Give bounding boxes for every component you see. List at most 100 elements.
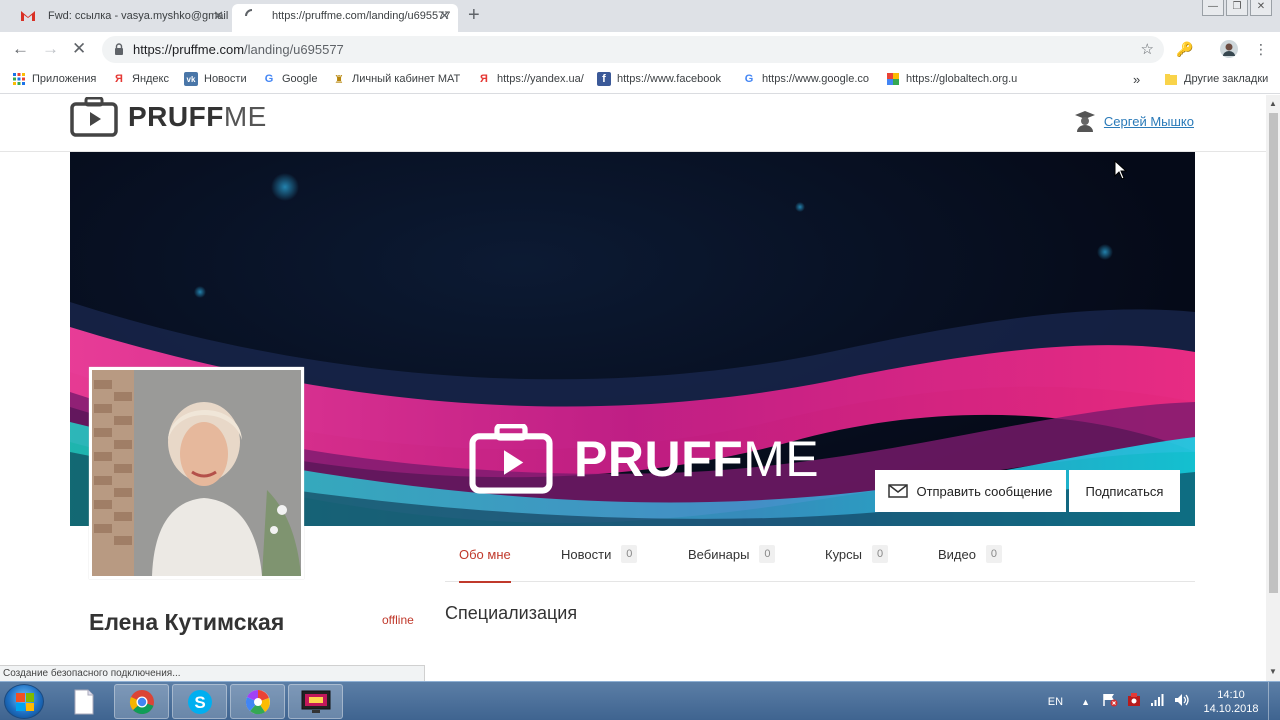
window-controls: — ❐ ✕ [1202,0,1272,16]
bookmark-yandex-ua[interactable]: Я https://yandex.ua/ [477,72,584,86]
system-clock[interactable]: 14:10 14.10.2018 [1200,688,1262,716]
browser-tab-pruffme[interactable]: https://pruffme.com/landing/u695577 ✕ [232,4,458,32]
language-indicator[interactable]: EN [1048,696,1063,708]
bookmark-google-co[interactable]: G https://www.google.co [742,72,869,86]
mouse-cursor-icon [1114,160,1128,180]
tab-video[interactable]: Видео 0 [938,526,1002,582]
tab-webinars[interactable]: Вебинары 0 [688,526,776,582]
taskbar-picasa[interactable] [230,684,285,719]
bookmark-apps[interactable]: Приложения [12,72,96,86]
tab-courses[interactable]: Курсы 0 [825,526,889,582]
online-status: offline [382,613,414,627]
bookmark-news[interactable]: vk Новости [184,72,247,86]
user-menu[interactable]: Сергей Мышко [1074,109,1194,133]
new-tab-button[interactable]: + [468,5,480,25]
globaltech-icon [886,72,900,86]
windows-taskbar: S EN ▲ 14:10 14.10.2018 [0,681,1280,720]
skype-icon: S [187,689,212,714]
bookmarks-bar: Приложения Я Яндекс vk Новости G Google … [0,67,1280,94]
send-message-button[interactable]: Отправить сообщение [875,470,1066,512]
count-badge: 0 [872,545,889,563]
folder-icon [1164,72,1178,86]
start-button[interactable] [4,684,44,719]
bookmark-facebook[interactable]: f https://www.facebook [597,72,721,86]
menu-kebab-icon[interactable]: ⋮ [1254,40,1268,58]
browser-tab-gmail[interactable]: Fwd: ссылка - vasya.myshko@gmail ✕ [8,4,232,32]
pruffme-logo-icon [70,97,118,137]
page-scrollbar[interactable]: ▲ ▼ [1266,95,1280,681]
picasa-icon [245,689,270,714]
subscribe-button[interactable]: Подписаться [1069,470,1180,512]
minimize-icon[interactable]: — [1202,0,1224,16]
bookmark-other[interactable]: Другие закладки [1164,72,1268,86]
tray-expand-icon[interactable]: ▲ [1081,697,1090,707]
yandex-icon: Я [480,73,488,85]
web-page: PRUFFME Сергей Мышко PRUFFME Отправить с… [0,95,1266,681]
scroll-up-icon[interactable]: ▲ [1269,99,1277,108]
tab-title: Fwd: ссылка - vasya.myshko@gmail [48,10,229,22]
file-icon [74,689,93,714]
action-center-icon[interactable] [1102,693,1118,710]
bookmark-cabinet[interactable]: ♜ Личный кабинет МАТ [332,72,460,86]
site-header: PRUFFME Сергей Мышко [0,95,1266,152]
address-bar[interactable]: https://pruffme.com/landing/u695577 ☆ [102,36,1164,63]
scroll-thumb[interactable] [1269,113,1278,593]
profile-tabs: Обо мне Новости 0 Вебинары 0 Курсы 0 Вид… [445,526,1195,583]
network-signal-icon[interactable] [1150,693,1166,710]
security-tray-icon[interactable] [1126,692,1142,711]
windows-logo-icon [16,693,34,711]
system-tray: EN ▲ 14:10 14.10.2018 [1048,682,1280,720]
browser-status-bar: Создание безопасного подключения... [0,665,425,681]
tab-title: https://pruffme.com/landing/u695577 [272,10,451,22]
close-tab-icon[interactable]: ✕ [439,4,450,28]
stop-icon[interactable]: ✕ [72,40,86,58]
count-badge: 0 [621,545,638,563]
taskbar-skype[interactable]: S [172,684,227,719]
browser-toolbar: ← → ✕ https://pruffme.com/landing/u69557… [0,32,1280,67]
site-logo-text: PRUFFME [128,101,267,132]
close-tab-icon[interactable]: ✕ [213,4,224,28]
bookmarks-overflow-button[interactable]: » [1133,72,1140,87]
cover-logo: PRUFFME [466,424,819,494]
google-icon: G [264,73,274,85]
bookmark-star-icon[interactable]: ☆ [1141,40,1154,58]
show-desktop-button[interactable] [1268,682,1280,720]
monitor-app-icon [301,690,330,713]
envelope-icon [888,484,909,498]
google-icon: G [744,73,754,85]
clock-time: 14:10 [1217,688,1245,701]
scroll-down-icon[interactable]: ▼ [1269,667,1277,676]
bookmark-globaltech[interactable]: https://globaltech.org.u [886,72,1017,86]
bookmark-yandex[interactable]: Я Яндекс [112,72,169,86]
profile-photo [92,370,301,576]
loading-spinner-icon [244,8,260,24]
taskbar-chrome[interactable] [114,684,169,719]
svg-text:S: S [194,693,205,712]
site-logo[interactable]: PRUFFME [70,97,267,137]
extension-icon[interactable]: 🔑 [1176,40,1193,58]
browser-tabstrip: Fwd: ссылка - vasya.myshko@gmail ✕ https… [0,0,1280,32]
apps-grid-icon [12,72,26,86]
cabinet-icon: ♜ [334,73,344,86]
restore-icon[interactable]: ❐ [1226,0,1248,16]
clock-date: 14.10.2018 [1203,702,1259,715]
count-badge: 0 [759,545,776,563]
profile-avatar [89,367,304,579]
lock-icon [115,43,123,55]
cover-logo-text: PRUFFME [574,431,820,487]
forward-icon[interactable]: → [42,40,59,58]
tab-news[interactable]: Новости 0 [561,526,638,582]
vk-icon: vk [184,72,198,86]
user-name-link[interactable]: Сергей Мышко [1104,114,1194,129]
gmail-icon [20,8,36,24]
chrome-icon [129,689,154,714]
taskbar-monitor-app[interactable] [288,684,343,719]
taskbar-file-explorer[interactable] [56,684,111,719]
back-icon[interactable]: ← [12,40,29,58]
bookmark-google[interactable]: G Google [262,72,318,86]
tab-about[interactable]: Обо мне [459,526,511,583]
profile-avatar-icon[interactable] [1220,40,1238,62]
volume-icon[interactable] [1174,693,1190,710]
facebook-icon: f [597,72,611,86]
close-window-icon[interactable]: ✕ [1250,0,1272,16]
